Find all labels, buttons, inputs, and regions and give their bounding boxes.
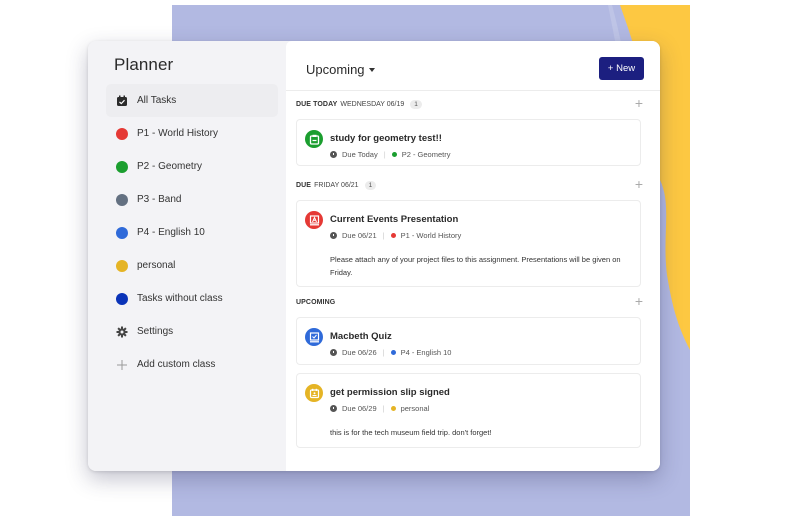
task-title: Current Events Presentation xyxy=(330,214,459,225)
task-card[interactable]: Current Events Presentation Due 06/21 | … xyxy=(296,200,641,287)
sidebar-item-p2-geometry[interactable]: P2 - Geometry xyxy=(106,150,278,183)
task-title: get permission slip signed xyxy=(330,387,450,398)
task-card[interactable]: Macbeth Quiz Due 06/26 | P4 - English 10 xyxy=(296,317,641,365)
class-color-dot xyxy=(390,350,396,355)
new-task-button[interactable]: + New xyxy=(599,57,644,80)
task-due: Due 06/29 xyxy=(342,404,377,413)
sidebar-item-label: personal xyxy=(137,260,176,271)
task-card[interactable]: get permission slip signed Due 06/29 | p… xyxy=(296,373,641,448)
sidebar: Planner All Tasks P1 - World History P2 … xyxy=(88,41,286,471)
task-due: Due Today xyxy=(342,150,378,159)
section-date: WEDNESDAY 06/19 xyxy=(340,100,405,108)
add-task-plus-icon[interactable]: + xyxy=(635,293,643,309)
document-icon xyxy=(305,384,323,402)
section-count-badge: 1 xyxy=(364,180,377,190)
sidebar-item-label: P3 - Band xyxy=(137,194,182,205)
meta-separator: | xyxy=(382,348,385,357)
task-class: P4 - English 10 xyxy=(400,348,452,357)
section-header-upcoming: UPCOMING + xyxy=(296,293,651,309)
task-description: this is for the tech museum field trip. … xyxy=(330,428,492,437)
sidebar-item-label: Settings xyxy=(137,326,174,337)
sidebar-item-label: P1 - World History xyxy=(137,128,218,139)
clock-icon xyxy=(330,349,337,356)
task-meta: Due 06/21 | P1 - World History xyxy=(330,231,461,240)
sidebar-item-add-custom-class[interactable]: Add custom class xyxy=(106,348,278,381)
main-header: Upcoming + New xyxy=(286,41,660,91)
clock-icon xyxy=(330,151,337,158)
section-label: UPCOMING xyxy=(296,298,336,306)
task-due: Due 06/21 xyxy=(342,231,377,240)
sidebar-list: All Tasks P1 - World History P2 - Geomet… xyxy=(106,84,278,381)
class-color-dot xyxy=(390,233,396,238)
task-title: Macbeth Quiz xyxy=(330,331,392,342)
meta-separator: | xyxy=(382,231,385,240)
sidebar-item-p3-band[interactable]: P3 - Band xyxy=(106,183,278,216)
task-class: P1 - World History xyxy=(400,231,462,240)
presentation-icon xyxy=(305,211,323,229)
class-color-dot xyxy=(116,127,128,140)
sidebar-title: Planner xyxy=(114,55,174,74)
clipboard-icon xyxy=(305,130,323,148)
sidebar-item-label: P4 - English 10 xyxy=(137,227,205,238)
sidebar-item-all-tasks[interactable]: All Tasks xyxy=(106,84,278,117)
sidebar-item-label: P2 - Geometry xyxy=(137,161,203,172)
section-count-badge: 1 xyxy=(410,99,422,109)
section-label: DUE xyxy=(296,181,312,189)
task-title: study for geometry test!! xyxy=(330,133,442,144)
class-color-dot xyxy=(116,160,128,173)
planner-window: Planner All Tasks P1 - World History P2 … xyxy=(88,41,660,471)
add-task-plus-icon[interactable]: + xyxy=(635,176,643,192)
sidebar-item-personal[interactable]: personal xyxy=(106,249,278,282)
sidebar-item-settings[interactable]: Settings xyxy=(106,315,278,348)
view-selector-dropdown[interactable]: Upcoming xyxy=(306,62,375,77)
plus-icon xyxy=(116,359,128,371)
class-color-dot xyxy=(391,152,397,157)
sidebar-item-p4-english-10[interactable]: P4 - English 10 xyxy=(106,216,278,249)
task-card[interactable]: study for geometry test!! Due Today | P2… xyxy=(296,119,641,166)
clock-icon xyxy=(330,232,337,239)
meta-separator: | xyxy=(383,150,386,159)
task-meta: Due Today | P2 - Geometry xyxy=(330,150,450,159)
section-date: FRIDAY 06/21 xyxy=(314,181,359,189)
gear-icon xyxy=(116,326,128,338)
sidebar-item-p1-world-history[interactable]: P1 - World History xyxy=(106,117,278,150)
task-meta: Due 06/26 | P4 - English 10 xyxy=(330,348,451,357)
main-panel: Upcoming + New DUE TODAY WEDNESDAY 06/19… xyxy=(286,41,660,471)
meta-separator: | xyxy=(382,404,385,413)
task-class: personal xyxy=(400,404,430,413)
sidebar-item-label: Tasks without class xyxy=(137,293,223,304)
sidebar-item-label: Add custom class xyxy=(137,359,216,370)
task-due: Due 06/26 xyxy=(342,348,377,357)
task-class: P2 - Geometry xyxy=(401,150,451,159)
section-header-due-today: DUE TODAY WEDNESDAY 06/19 1 + xyxy=(296,95,651,111)
add-task-plus-icon[interactable]: + xyxy=(635,95,643,111)
sidebar-item-label: All Tasks xyxy=(137,95,177,106)
task-meta: Due 06/29 | personal xyxy=(330,404,429,413)
class-color-dot xyxy=(116,259,128,272)
task-description: Please attach any of your project files … xyxy=(330,255,621,277)
class-color-dot xyxy=(116,292,128,305)
sidebar-item-tasks-without-class[interactable]: Tasks without class xyxy=(106,282,278,315)
class-color-dot xyxy=(390,406,396,411)
class-color-dot xyxy=(116,226,128,239)
class-color-dot xyxy=(116,193,128,206)
quiz-icon xyxy=(305,328,323,346)
section-header-due-friday: DUE FRIDAY 06/21 1 + xyxy=(296,176,651,192)
caret-down-icon xyxy=(368,67,375,72)
clock-icon xyxy=(330,405,337,412)
view-title: Upcoming xyxy=(306,62,365,77)
calendar-check-icon xyxy=(116,95,128,107)
section-label: DUE TODAY xyxy=(296,100,338,108)
